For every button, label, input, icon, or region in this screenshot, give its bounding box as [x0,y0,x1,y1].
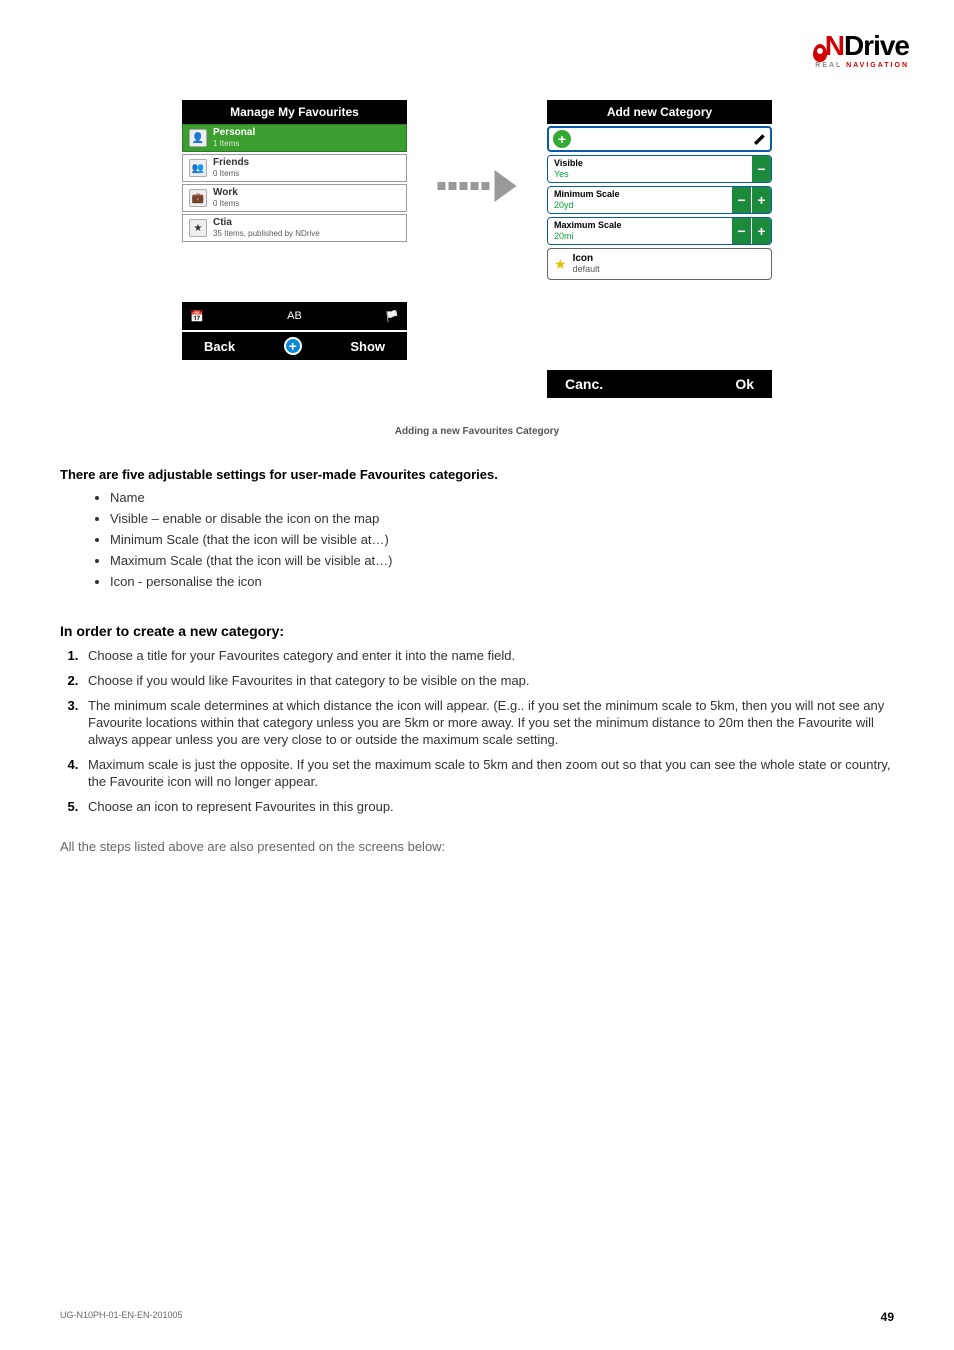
setting-item: Name [110,490,894,505]
item-sub: 0 Items [213,199,239,208]
brand-logo: NDrive REAL NAVIGATION [813,30,909,69]
sort-alpha[interactable]: AB [287,310,302,322]
sort-toolbar: 📅 AB 🏳️ [182,302,407,330]
sort-date-icon[interactable]: 📅 [190,310,204,323]
chevron-down-icon [286,364,304,376]
list-item[interactable]: 💼 Work0 Items [182,184,407,212]
steps-list: Choose a title for your Favourites categ… [82,647,894,815]
row-value: Yes [554,169,569,179]
max-scale-row: Maximum Scale20mi − + [547,217,772,245]
add-category-panel: Add new Category + VisibleYes − Minimum … [547,100,772,398]
item-label: Work [213,187,400,198]
item-label: Friends [213,157,400,168]
steps-heading: In order to create a new category: [60,623,894,639]
step-item: Choose a title for your Favourites categ… [82,647,894,664]
row-key: Visible [554,158,745,169]
star-icon: ★ [189,219,207,237]
decrement-button[interactable]: − [731,187,751,213]
after-steps-text: All the steps listed above are also pres… [60,839,894,854]
step-item: Maximum scale is just the opposite. If y… [82,756,894,790]
row-key: Icon [573,253,594,264]
item-label: Ctia [213,217,400,228]
step-item: Choose if you would like Favourites in t… [82,672,894,689]
setting-item: Minimum Scale (that the icon will be vis… [110,532,894,547]
row-value: default [573,264,600,274]
star-icon: ★ [554,256,567,273]
tagline-nav: NAVIGATION [846,62,909,69]
right-button-bar: Canc. Ok [547,370,772,398]
visible-row: VisibleYes − [547,155,772,183]
row-key: Maximum Scale [554,220,725,231]
briefcase-icon: 💼 [189,189,207,207]
row-value: 20mi [554,231,574,241]
item-sub: 0 Items [213,169,239,178]
intro-text: There are five adjustable settings for u… [60,467,894,482]
cancel-button[interactable]: Canc. [565,376,603,392]
icon-row[interactable]: ★ Icondefault [547,248,772,280]
favourites-list: 👤 Personal1 Items 👥 Friends0 Items 💼 Wor… [182,124,407,242]
right-panel-title: Add new Category [547,100,772,124]
people-icon: 👥 [189,159,207,177]
back-button[interactable]: Back [190,335,249,358]
figure: Manage My Favourites 👤 Personal1 Items 👥… [60,100,894,398]
increment-button[interactable]: + [751,187,771,213]
page-footer: UG-N10PH-01-EN-EN-201005 49 [60,1310,894,1324]
row-value: 20yd [554,200,574,210]
figure-caption: Adding a new Favourites Category [60,426,894,437]
logo-rest: Drive [844,30,909,61]
setting-item: Maximum Scale (that the icon will be vis… [110,553,894,568]
settings-list: Name Visible – enable or disable the ico… [110,490,894,589]
ok-button[interactable]: Ok [735,376,754,392]
page-number: 49 [881,1310,894,1324]
decrement-button[interactable]: − [751,156,771,182]
item-label: Personal [213,127,400,138]
bottom-button-bar: Back + Show [182,332,407,360]
flow-arrow [438,170,517,202]
sort-flag-icon[interactable]: 🏳️ [385,310,399,323]
pin-icon [813,44,827,62]
setting-item: Visible – enable or disable the icon on … [110,511,894,526]
doc-id: UG-N10PH-01-EN-EN-201005 [60,1310,183,1324]
edit-icon [754,133,766,145]
min-scale-row: Minimum Scale20yd − + [547,186,772,214]
plus-icon: + [553,130,571,148]
step-item: The minimum scale determines at which di… [82,697,894,748]
item-sub: 35 Items, published by NDrive [213,229,320,238]
person-icon: 👤 [189,129,207,147]
left-panel-title: Manage My Favourites [182,100,407,124]
add-button[interactable]: + [284,337,302,355]
list-item[interactable]: 👤 Personal1 Items [182,124,407,152]
list-item[interactable]: ★ Ctia35 Items, published by NDrive [182,214,407,242]
logo-n: N [825,30,844,61]
step-item: Choose an icon to represent Favourites i… [82,798,894,815]
tagline-real: REAL [815,62,846,69]
increment-button[interactable]: + [751,218,771,244]
category-name-field[interactable]: + [547,126,772,152]
list-item[interactable]: 👥 Friends0 Items [182,154,407,182]
manage-favourites-panel: Manage My Favourites 👤 Personal1 Items 👥… [182,100,407,376]
decrement-button[interactable]: − [731,218,751,244]
setting-item: Icon - personalise the icon [110,574,894,589]
arrow-right-icon [495,170,517,202]
row-key: Minimum Scale [554,189,725,200]
item-sub: 1 Items [213,139,239,148]
show-button[interactable]: Show [336,335,399,358]
